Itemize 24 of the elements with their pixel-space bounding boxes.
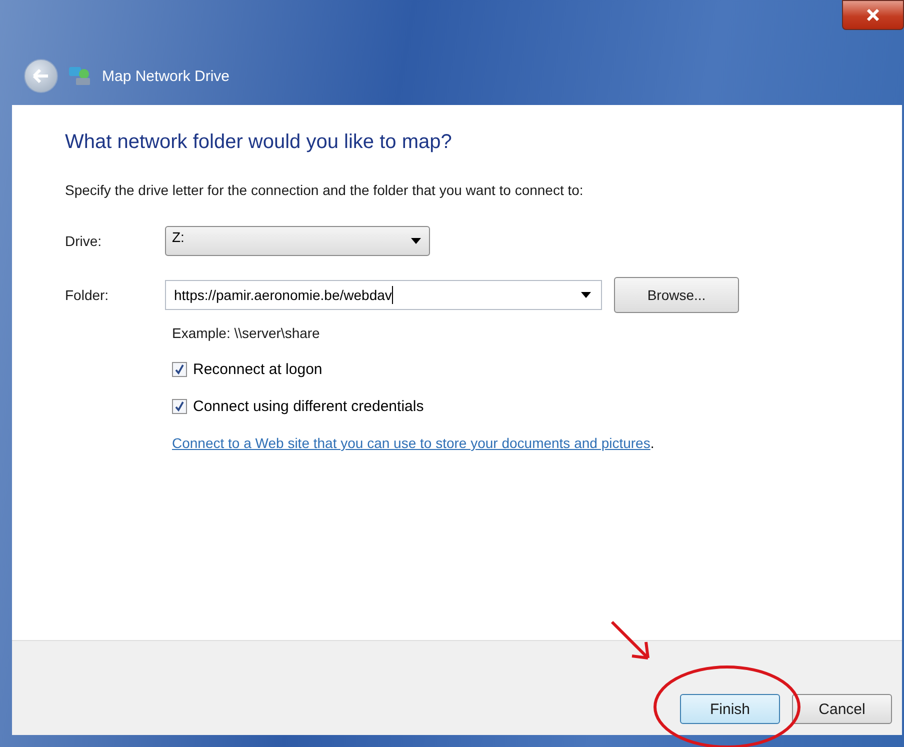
close-icon — [866, 9, 880, 21]
dialog-heading: What network folder would you like to map? — [65, 131, 453, 154]
folder-label: Folder: — [65, 287, 110, 303]
checkbox-label: Reconnect at logon — [193, 361, 322, 378]
drive-dropdown[interactable]: Z: — [165, 226, 430, 256]
dropdown-arrow-icon — [581, 292, 591, 298]
checkbox[interactable] — [172, 399, 187, 414]
checkbox[interactable] — [172, 362, 187, 377]
close-button[interactable] — [842, 0, 904, 30]
web-site-link[interactable]: Connect to a Web site that you can use to store your documents and pictures — [172, 435, 650, 451]
drive-label: Drive: — [65, 233, 103, 249]
instructions-text: Specify the drive letter for the connection and the folder that you want to connect to: — [65, 182, 584, 198]
dropdown-arrow-icon — [411, 238, 421, 244]
checkbox-label: Connect using different credentials — [193, 398, 424, 415]
back-arrow-icon — [32, 69, 50, 83]
cancel-button[interactable]: Cancel — [792, 694, 892, 724]
browse-button[interactable]: Browse... — [614, 277, 739, 313]
finish-button[interactable]: Finish — [680, 694, 780, 724]
example-text: Example: \\server\share — [172, 325, 321, 341]
period-text: . — [650, 435, 654, 451]
folder-field[interactable]: https://pamir.aeronomie.be/webdav — [165, 280, 602, 310]
network-drive-icon — [68, 65, 92, 87]
window-title: Map Network Drive — [102, 68, 230, 84]
back-button[interactable] — [24, 59, 58, 93]
